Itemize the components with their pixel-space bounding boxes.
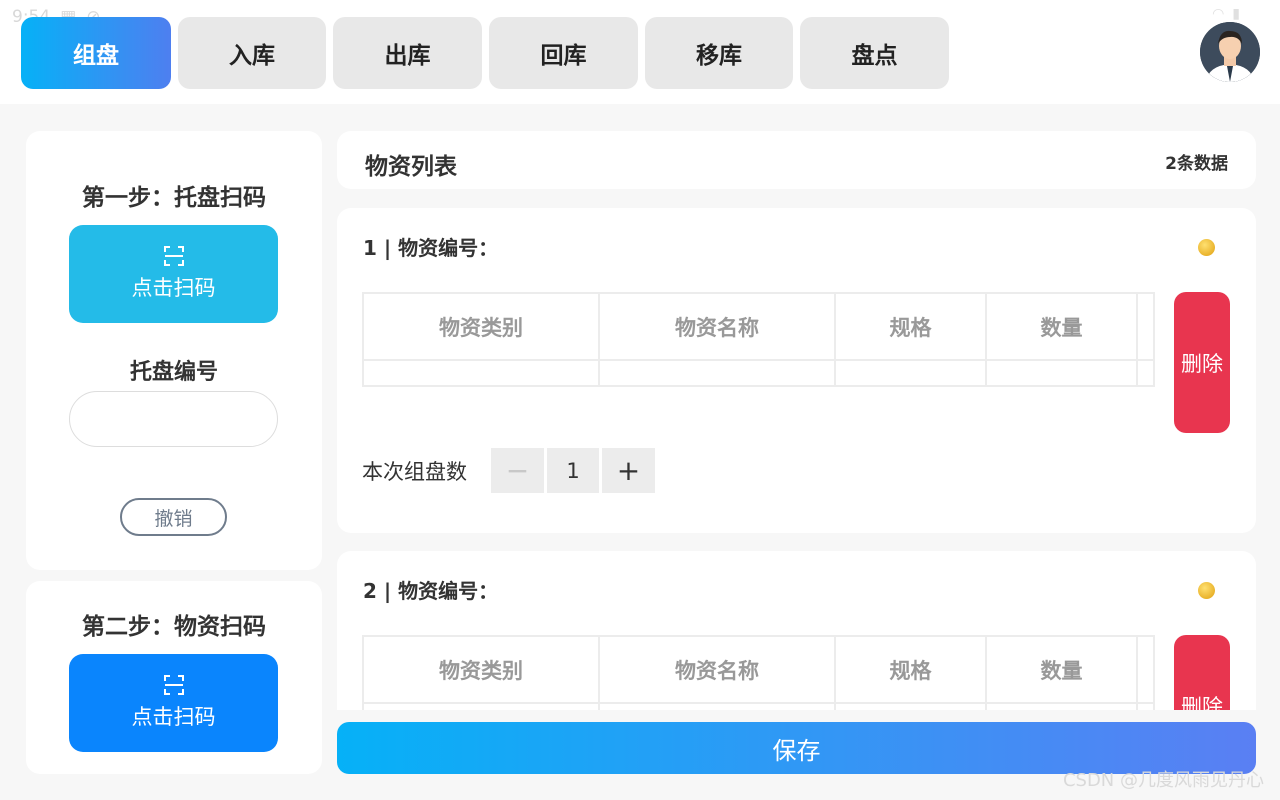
tab-group[interactable]: 组盘 — [21, 17, 171, 89]
table-row — [362, 359, 1155, 387]
table-row — [362, 702, 1155, 710]
column-header: 物资名称 — [598, 635, 836, 704]
tab-return[interactable]: 回库 — [489, 17, 638, 89]
material-list-header: 物资列表 2条数据 — [337, 131, 1256, 189]
table-header-row: 物资类别 物资名称 规格 数量 — [362, 635, 1155, 704]
table-cell — [1136, 359, 1155, 387]
table-cell — [1136, 702, 1155, 710]
top-bar: 9:54 ▦ ⊘ ◠ ▮ 组盘 入库 出库 回库 移库 盘点 — [0, 0, 1280, 104]
step2-panel: 第二步：物资扫码 点击扫码 — [26, 581, 322, 774]
avatar[interactable] — [1200, 22, 1260, 82]
step1-title: 第一步：托盘扫码 — [82, 185, 266, 211]
column-header: 规格 — [834, 635, 987, 704]
tab-inbound[interactable]: 入库 — [178, 17, 326, 89]
tab-inventory[interactable]: 盘点 — [800, 17, 949, 89]
item-heading: 2 | 物资编号： — [363, 579, 499, 603]
step1-panel: 第一步：托盘扫码 点击扫码 托盘编号 撤销 — [26, 131, 322, 570]
table-cell — [985, 359, 1138, 387]
watermark: CSDN @几度风雨见丹心 — [1062, 770, 1264, 791]
material-scan-label: 点击扫码 — [131, 705, 216, 729]
table-cell — [985, 702, 1138, 710]
column-header: 物资名称 — [598, 292, 836, 361]
tab-transfer[interactable]: 移库 — [645, 17, 793, 89]
delete-button[interactable]: 删除 — [1174, 292, 1230, 433]
pallet-scan-button[interactable]: 点击扫码 — [69, 225, 278, 323]
decrement-button[interactable]: − — [491, 448, 544, 493]
status-right: ◠ ▮ — [1212, 6, 1240, 22]
scan-icon — [163, 246, 184, 266]
pallet-number-input[interactable] — [69, 391, 278, 447]
column-header: 数量 — [985, 292, 1138, 361]
column-header: 物资类别 — [362, 635, 600, 704]
quantity-stepper: − 1 + — [491, 448, 655, 493]
column-header — [1136, 635, 1155, 704]
record-count: 2条数据 — [1165, 154, 1228, 174]
pallet-number-label: 托盘编号 — [129, 360, 218, 385]
step2-title: 第二步：物资扫码 — [82, 614, 266, 640]
column-header: 物资类别 — [362, 292, 600, 361]
table-cell — [362, 702, 600, 710]
battery-icon: ▮ — [1232, 6, 1240, 22]
wifi-icon: ◠ — [1212, 6, 1225, 22]
delete-button[interactable]: 删除 — [1174, 635, 1230, 710]
material-list-title: 物资列表 — [365, 154, 457, 180]
pallet-scan-label: 点击扫码 — [131, 276, 216, 300]
quantity-value[interactable]: 1 — [547, 448, 599, 493]
status-dot-icon — [1198, 239, 1215, 256]
user-avatar-icon — [1200, 22, 1260, 82]
table-cell — [834, 702, 987, 710]
table-header-row: 物资类别 物资名称 规格 数量 — [362, 292, 1155, 361]
table-cell — [834, 359, 987, 387]
material-scan-button[interactable]: 点击扫码 — [69, 654, 278, 752]
status-dot-icon — [1198, 582, 1215, 599]
increment-button[interactable]: + — [602, 448, 655, 493]
column-header: 数量 — [985, 635, 1138, 704]
scan-icon — [163, 675, 184, 695]
undo-button[interactable]: 撤销 — [120, 498, 227, 536]
column-header: 规格 — [834, 292, 987, 361]
column-header — [1136, 292, 1155, 361]
table-cell — [598, 359, 836, 387]
material-table: 物资类别 物资名称 规格 数量 — [362, 635, 1155, 710]
table-cell — [362, 359, 600, 387]
group-quantity-label: 本次组盘数 — [362, 460, 467, 484]
material-table: 物资类别 物资名称 规格 数量 — [362, 292, 1155, 387]
material-item-card: 2 | 物资编号： 物资类别 物资名称 规格 数量 删除 — [337, 551, 1256, 710]
material-item-card: 1 | 物资编号： 物资类别 物资名称 规格 数量 删除 本次组盘数 − 1 + — [337, 208, 1256, 533]
table-cell — [598, 702, 836, 710]
item-heading: 1 | 物资编号： — [363, 236, 499, 260]
tab-outbound[interactable]: 出库 — [333, 17, 482, 89]
